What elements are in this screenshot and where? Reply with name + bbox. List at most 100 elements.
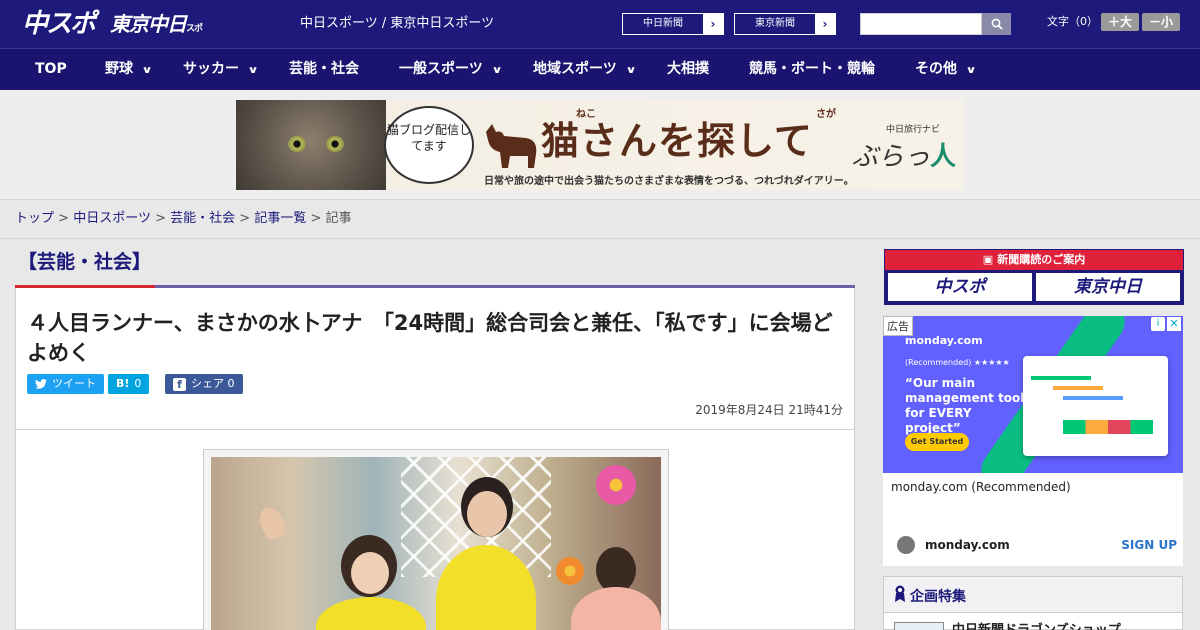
- chevron-right-icon: ›: [815, 14, 835, 34]
- nav-item-sumo[interactable]: 大相撲: [667, 49, 709, 90]
- chevron-down-icon: ∨: [141, 65, 153, 76]
- publish-date: 2019年8月24日 21時41分: [695, 403, 843, 417]
- chuspo-logo[interactable]: 中スポ: [22, 8, 100, 40]
- facebook-share-button[interactable]: f シェア 0: [165, 374, 243, 394]
- feature-thumbnail[interactable]: [894, 622, 944, 630]
- banner-title: 猫さんを探して: [541, 119, 813, 163]
- flower: [596, 465, 636, 505]
- divider: [16, 429, 854, 430]
- chevron-down-icon: ∨: [491, 65, 503, 76]
- link-label: 中日新聞: [643, 18, 683, 29]
- nav-label: 芸能・社会: [289, 61, 359, 77]
- nav-label: その他: [915, 61, 957, 77]
- chuspo-subscribe-link[interactable]: 中スポ: [888, 273, 1032, 301]
- chevron-right-icon: ›: [703, 14, 723, 34]
- chunichi-shimbun-link[interactable]: 中日新聞 ›: [622, 13, 724, 35]
- feature-item-link[interactable]: 中日新聞ドラゴンズショップ: [952, 619, 1121, 630]
- person-shirt: [316, 597, 426, 630]
- subscription-title: ▣ 新聞購読のご案内: [885, 250, 1183, 270]
- breadcrumb-home[interactable]: トップ: [15, 211, 54, 226]
- cat-eye: [326, 136, 344, 152]
- search-icon: [991, 18, 1003, 30]
- breadcrumb-chunichi-sports[interactable]: 中日スポーツ: [73, 211, 151, 226]
- feature-header: 企画特集: [884, 577, 1182, 613]
- ad-get-started-button[interactable]: Get Started: [905, 433, 969, 451]
- hatena-icon: B!: [116, 377, 130, 390]
- chevron-down-icon: ∨: [247, 65, 259, 76]
- banner-subtitle: 日常や旅の途中で出会う猫たちのさまざまな表情をつづる、つれづれダイアリー。: [484, 176, 854, 187]
- category-heading: 【芸能・社会】: [18, 251, 152, 273]
- breadcrumb-entertainment[interactable]: 芸能・社会: [170, 211, 235, 226]
- font-decrease-button[interactable]: －小: [1142, 13, 1180, 31]
- nav-label: 大相撲: [667, 61, 709, 77]
- tokyo-chunichi-subscribe-link[interactable]: 東京中日: [1036, 273, 1180, 301]
- nav-label: 地域スポーツ: [533, 61, 617, 77]
- nav-item-top[interactable]: TOP: [35, 49, 67, 90]
- font-size-label: 文字（0）: [1047, 15, 1098, 28]
- nav-label: 野球: [105, 61, 133, 77]
- newspaper-icon: ▣: [982, 253, 994, 266]
- site-header: 中スポ 東京中日スポーツ 中日スポーツ / 東京中日スポーツ 中日新聞 › 東京…: [0, 0, 1200, 67]
- main-nav: TOP 野球 ∨ サッカー ∨ 芸能・社会 一般スポーツ ∨ 地域スポーツ ∨ 大相撲 …: [0, 48, 1200, 90]
- raised-arm: [255, 503, 289, 543]
- breadcrumb-current: 記事: [325, 211, 352, 226]
- search-input[interactable]: [860, 13, 982, 35]
- banner-navi-label: 中日旅行ナビ: [886, 125, 941, 135]
- tweet-button[interactable]: ツイート: [27, 374, 104, 394]
- site-title[interactable]: 中日スポーツ / 東京中日スポーツ: [300, 15, 494, 33]
- ad-visual: 広告 i ✕ monday.com (Recommended) ★★★★★ “O…: [883, 316, 1183, 473]
- hatena-count: 0: [134, 377, 142, 390]
- person-shirt: [571, 587, 661, 630]
- nav-item-other[interactable]: その他 ∨: [915, 49, 977, 90]
- tokyo-chunichi-logo[interactable]: 東京中日スポーツ: [110, 10, 210, 67]
- nav-label: 一般スポーツ: [399, 61, 483, 77]
- cat-eye: [288, 136, 306, 152]
- ad-info-icon[interactable]: i: [1151, 317, 1165, 331]
- ad-domain: monday.com: [925, 538, 1010, 552]
- breadcrumb-separator: >: [310, 211, 322, 226]
- breadcrumb-separator: >: [58, 211, 70, 226]
- nav-item-baseball[interactable]: 野球 ∨: [105, 49, 153, 90]
- link-label: 東京新聞: [755, 18, 795, 29]
- nav-label: 競馬・ボート・競輪: [749, 61, 875, 77]
- cat-silhouette-icon: [486, 124, 537, 168]
- nav-label: サッカー: [183, 61, 239, 77]
- article-photo-frame: [203, 449, 669, 630]
- nav-item-regional-sports[interactable]: 地域スポーツ ∨: [533, 49, 637, 90]
- chevron-down-icon: ∨: [625, 65, 637, 76]
- ruby-text: さが: [816, 109, 836, 120]
- subscription-box[interactable]: ▣ 新聞購読のご案内 中スポ 東京中日: [884, 249, 1184, 305]
- banner-area: 猫ブログ配信してます ねこ さが 猫さんを探して 中日旅行ナビ ぶらっ人 日常や…: [0, 90, 1200, 200]
- ribbon-icon: [895, 585, 905, 602]
- hatena-bookmark-button[interactable]: B! 0: [108, 374, 150, 394]
- article-headline: ４人目ランナー、まさかの水卜アナ 「24時間」総合司会と兼任、「私です」に会場ど…: [27, 311, 833, 365]
- nav-item-racing[interactable]: 競馬・ボート・競輪: [749, 49, 875, 90]
- ad-brand: monday.com: [905, 334, 983, 347]
- breadcrumb-separator: >: [155, 211, 166, 226]
- flower: [556, 557, 584, 585]
- font-increase-button[interactable]: ＋大: [1101, 13, 1139, 31]
- ad-sign-up-button[interactable]: SIGN UP: [1121, 538, 1177, 552]
- nav-label: TOP: [35, 61, 67, 77]
- tweet-label: ツイート: [52, 377, 96, 390]
- search-button[interactable]: [982, 13, 1011, 35]
- article-photo[interactable]: [211, 457, 661, 630]
- facebook-icon: f: [173, 377, 186, 391]
- nav-item-entertainment[interactable]: 芸能・社会: [289, 49, 359, 90]
- person-face: [467, 491, 507, 537]
- breadcrumb-article-list[interactable]: 記事一覧: [254, 211, 306, 226]
- nav-item-soccer[interactable]: サッカー ∨: [183, 49, 259, 90]
- burabito-logo: ぶらっ人: [852, 142, 957, 172]
- cat-blog-banner[interactable]: 猫ブログ配信してます ねこ さが 猫さんを探して 中日旅行ナビ ぶらっ人 日常や…: [236, 100, 964, 190]
- ad-advertiser-name: monday.com (Recommended): [891, 480, 1071, 494]
- globe-icon: [897, 536, 915, 554]
- ad-rating: (Recommended) ★★★★★: [905, 358, 1010, 367]
- feature-box: 企画特集 中日新聞ドラゴンズショップ: [883, 576, 1183, 630]
- divider: [0, 238, 1200, 239]
- ad-badge: 広告: [883, 316, 913, 336]
- sidebar-ad[interactable]: 広告 i ✕ monday.com (Recommended) ★★★★★ “O…: [883, 316, 1183, 566]
- nav-item-general-sports[interactable]: 一般スポーツ ∨: [399, 49, 503, 90]
- twitter-bird-icon: [35, 379, 47, 389]
- tokyo-shimbun-link[interactable]: 東京新聞 ›: [734, 13, 836, 35]
- ad-close-icon[interactable]: ✕: [1167, 317, 1181, 331]
